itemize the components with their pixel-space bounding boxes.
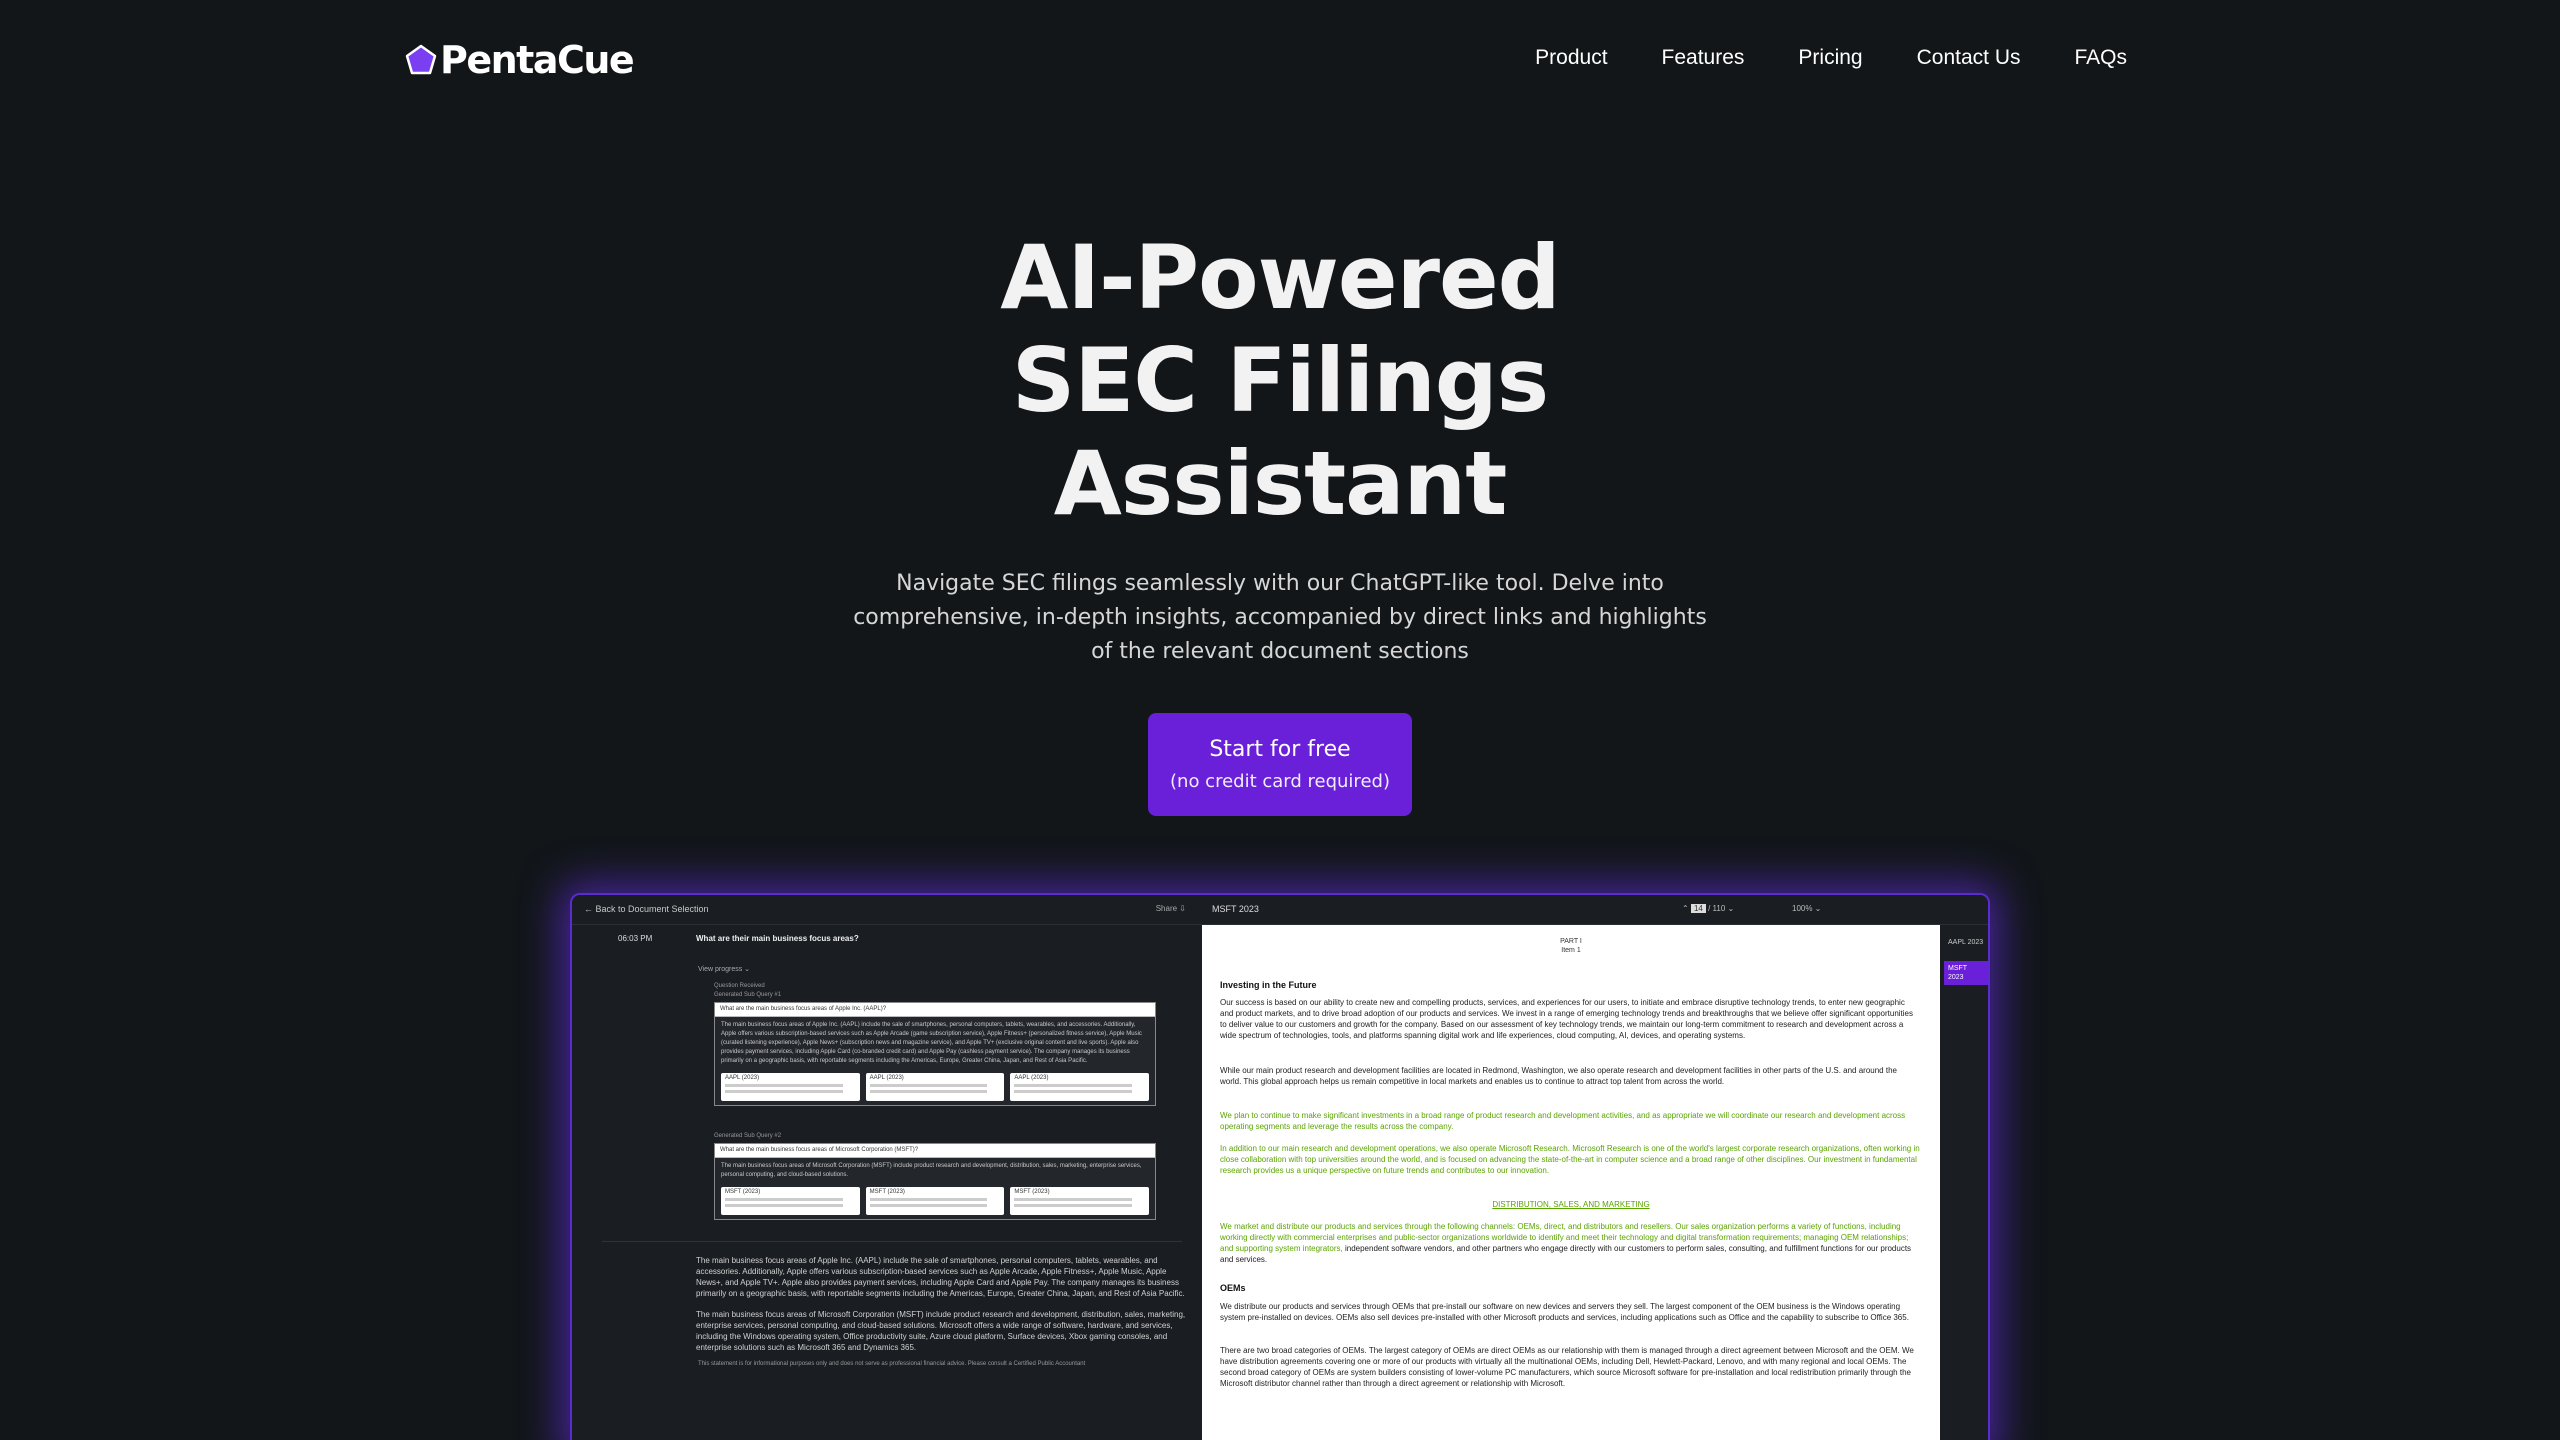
subquery-2-label: Generated Sub Query #2 — [714, 1133, 782, 1139]
page-number-input[interactable]: 14 — [1690, 904, 1706, 913]
logo[interactable]: PentaCue — [405, 38, 635, 82]
subquery-1-answer: The main business focus areas of Apple I… — [715, 1017, 1155, 1070]
citation-card[interactable]: AAPL (2023) — [865, 1073, 1005, 1101]
cta-sublabel: (no credit card required) — [1170, 771, 1390, 792]
subquery-1-label: Generated Sub Query #1 — [714, 992, 782, 998]
document-sidebar: AAPL 2023 MSFT 2023 — [1940, 925, 1988, 1440]
nav-product[interactable]: Product — [1535, 46, 1607, 70]
share-button[interactable]: Share ⇩ — [1156, 904, 1186, 913]
start-for-free-button[interactable]: Start for free (no credit card required) — [1148, 713, 1412, 816]
cta-label: Start for free — [1209, 737, 1351, 762]
doc-part-heading: PART I Item 1 — [1202, 937, 1940, 955]
sidebar-doc-aapl[interactable]: AAPL 2023 — [1944, 935, 1988, 950]
subquery-2-answer: The main business focus areas of Microso… — [715, 1158, 1155, 1184]
citation-label: MSFT (2023) — [725, 1189, 761, 1195]
nav-contact-us[interactable]: Contact Us — [1917, 46, 2021, 70]
citation-card[interactable]: MSFT (2023) — [721, 1187, 860, 1215]
citation-label: AAPL (2023) — [1014, 1075, 1049, 1081]
subquery-1-citations: AAPL (2023) AAPL (2023) AAPL (2023) — [715, 1070, 1155, 1105]
nav-features[interactable]: Features — [1662, 46, 1745, 70]
document-toolbar: MSFT 2023 ⌃ 14 / 110 ⌄ 100% ⌄ — [1202, 895, 1988, 925]
citation-label: AAPL (2023) — [725, 1075, 760, 1081]
citation-card[interactable]: AAPL (2023) — [721, 1073, 860, 1101]
doc-highlighted-paragraph: We plan to continue to make significant … — [1220, 1111, 1906, 1131]
subquery-1-card: What are the main business focus areas o… — [714, 1002, 1156, 1106]
doc-paragraph: There are two broad categories of OEMs. … — [1220, 1346, 1914, 1388]
pentagon-logo-icon — [405, 44, 437, 75]
app-preview-screenshot: ← Back to Document Selection Share ⇩ 06:… — [570, 893, 1990, 1440]
doc-highlighted-paragraph: In addition to our main research and dev… — [1220, 1144, 1920, 1175]
back-to-document-selection-link[interactable]: ← Back to Document Selection — [584, 904, 709, 914]
doc-heading-investing: Investing in the Future — [1220, 980, 1317, 990]
final-answer-microsoft: The main business focus areas of Microso… — [696, 1310, 1186, 1352]
final-answer-apple: The main business focus areas of Apple I… — [696, 1256, 1185, 1298]
zoom-select[interactable]: 100% ⌄ — [1792, 904, 1821, 913]
subquery-2-citations: MSFT (2023) MSFT (2023) MSFT (2023) — [715, 1184, 1155, 1219]
nav-pricing[interactable]: Pricing — [1798, 46, 1862, 70]
subquery-2-question: What are the main business focus areas o… — [715, 1144, 1155, 1158]
brand-name: PentaCue — [440, 38, 635, 82]
chat-topbar: ← Back to Document Selection Share ⇩ — [572, 895, 1202, 925]
citation-label: AAPL (2023) — [869, 1075, 904, 1081]
doc-heading-oems: OEMs — [1220, 1283, 1246, 1293]
chat-panel: ← Back to Document Selection Share ⇩ 06:… — [572, 895, 1202, 1440]
doc-part: PART I — [1560, 938, 1582, 945]
question-received-label: Question Received — [714, 983, 765, 989]
answer-divider — [602, 1241, 1182, 1242]
nav-links: Product Features Pricing Contact Us FAQs — [1535, 46, 2127, 70]
hero-title: AI-Powered SEC Filings Assistant — [0, 226, 2560, 535]
document-viewer: PART I Item 1 Investing in the Future Ou… — [1202, 925, 1940, 1440]
hero-title-line-2: SEC Filings — [1011, 329, 1549, 432]
doc-item: Item 1 — [1561, 947, 1581, 954]
hero-title-line-3: Assistant — [1053, 432, 1508, 535]
hero-title-line-1: AI-Powered — [1000, 226, 1560, 329]
view-progress-toggle[interactable]: View progress ⌄ — [698, 965, 750, 973]
doc-section-heading: DISTRIBUTION, SALES, AND MARKETING — [1492, 1200, 1650, 1209]
subquery-2-card: What are the main business focus areas o… — [714, 1143, 1156, 1220]
citation-card[interactable]: MSFT (2023) — [1010, 1187, 1150, 1215]
top-nav: PentaCue Product Features Pricing Contac… — [0, 0, 2560, 124]
citation-label: MSFT (2023) — [869, 1189, 905, 1195]
doc-paragraph: We distribute our products and services … — [1220, 1302, 1909, 1322]
subquery-1-question: What are the main business focus areas o… — [715, 1003, 1155, 1017]
hero-subtitle: Navigate SEC filings seamlessly with our… — [853, 571, 1707, 664]
message-time: 06:03 PM — [618, 934, 653, 943]
document-name: MSFT 2023 — [1212, 904, 1259, 914]
page-total: / 110 — [1708, 904, 1726, 913]
citation-card[interactable]: AAPL (2023) — [1010, 1073, 1150, 1101]
citation-card[interactable]: MSFT (2023) — [865, 1187, 1005, 1215]
citation-label: MSFT (2023) — [1014, 1189, 1050, 1195]
user-question: What are their main business focus areas… — [696, 934, 859, 943]
doc-paragraph: We market and distribute our products an… — [1220, 1221, 1920, 1265]
sidebar-doc-msft[interactable]: MSFT 2023 — [1944, 961, 1988, 985]
nav-faqs[interactable]: FAQs — [2074, 46, 2127, 70]
disclaimer: This statement is for informational purp… — [698, 1361, 1086, 1367]
page-navigation[interactable]: ⌃ 14 / 110 ⌄ — [1682, 904, 1734, 913]
doc-paragraph: While our main product research and deve… — [1220, 1066, 1897, 1086]
doc-paragraph: Our success is based on our ability to c… — [1220, 998, 1914, 1040]
